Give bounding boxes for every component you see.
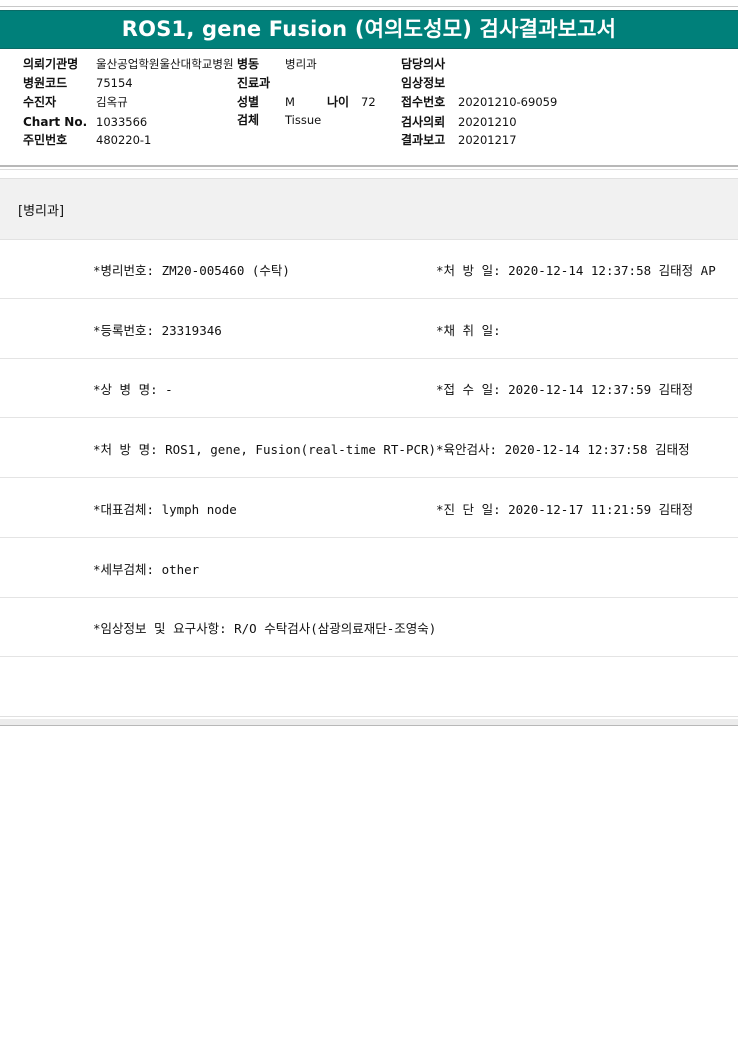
- footer-divider-light: [0, 716, 738, 717]
- header-divider-light: [0, 169, 738, 170]
- diagnosis-name: *상 병 명: -: [93, 382, 173, 397]
- collection-date: *채 취 일:: [436, 323, 501, 338]
- detail-row: *상 병 명: - *접 수 일: 2020-12-14 12:37:59 김태…: [0, 358, 738, 418]
- report-date-label: 결과보고: [401, 133, 446, 147]
- detail-row: *임상정보 및 요구사항: R/O 수탁검사(삼광의료재단-조영숙): [0, 597, 738, 657]
- receipt-date: *접 수 일: 2020-12-14 12:37:59 김태정: [436, 382, 694, 397]
- rrn-value: 480220-1: [96, 133, 152, 147]
- patient-value: 김옥규: [96, 95, 128, 109]
- specimen-label: 검체: [237, 113, 260, 127]
- institution-value: 울산공업학원울산대학교병원: [96, 57, 234, 71]
- hospital-code-value: 75154: [96, 76, 133, 90]
- ward-value: 병리과: [285, 57, 317, 71]
- detail-row: *세부검체: other: [0, 538, 738, 598]
- age-label: 나이: [327, 95, 350, 109]
- detail-row-empty: [0, 657, 738, 716]
- representative-specimen: *대표검체: lymph node: [93, 502, 237, 517]
- chart-no-label: Chart No.: [23, 115, 88, 129]
- clinical-info-label: 임상정보: [401, 76, 446, 90]
- report-date-value: 20201217: [458, 133, 517, 147]
- doctor-label: 담당의사: [401, 57, 446, 71]
- chart-no-value: 1033566: [96, 115, 148, 129]
- detail-row: *등록번호: 23319346 *채 취 일:: [0, 299, 738, 359]
- department-section-header: [병리과]: [0, 178, 738, 240]
- prescription-date: *처 방 일: 2020-12-14 12:37:58 김태정 AP: [436, 263, 716, 278]
- footer-divider: [0, 719, 738, 726]
- detail-row: *병리번호: ZM20-005460 (수탁) *처 방 일: 2020-12-…: [0, 239, 738, 299]
- gross-exam-date: *육안검사: 2020-12-14 12:37:58 김태정: [436, 442, 690, 457]
- report-title: ROS1, gene Fusion (여의도성모) 검사결과보고서: [121, 17, 617, 41]
- detail-row: *처 방 명: ROS1, gene, Fusion(real-time RT-…: [0, 418, 738, 478]
- top-border: [0, 0, 738, 7]
- request-label: 검사의뢰: [401, 115, 446, 129]
- department-tag: [병리과]: [18, 204, 65, 219]
- diagnosis-date: *진 단 일: 2020-12-17 11:21:59 김태정: [436, 502, 694, 517]
- ward-label: 병동: [237, 57, 260, 71]
- registration-number: *등록번호: 23319346: [93, 323, 222, 338]
- receipt-no-label: 접수번호: [401, 95, 446, 109]
- sex-label: 성별: [237, 95, 260, 109]
- patient-label: 수진자: [23, 95, 57, 109]
- receipt-no-value: 20201210-69059: [458, 95, 558, 109]
- rrn-label: 주민번호: [23, 133, 68, 147]
- header-divider: [0, 165, 738, 167]
- prescription-name: *처 방 명: ROS1, gene, Fusion(real-time RT-…: [93, 442, 437, 457]
- sex-value: M: [285, 95, 295, 109]
- dept-label: 진료과: [237, 76, 271, 90]
- institution-label: 의뢰기관명: [23, 57, 79, 71]
- detail-row: *대표검체: lymph node *진 단 일: 2020-12-17 11:…: [0, 478, 738, 538]
- clinical-requirements: *임상정보 및 요구사항: R/O 수탁검사(삼광의료재단-조영숙): [93, 621, 437, 636]
- pathology-number: *병리번호: ZM20-005460 (수탁): [93, 263, 290, 278]
- report-title-bar: ROS1, gene Fusion (여의도성모) 검사결과보고서: [0, 10, 738, 49]
- hospital-code-label: 병원코드: [23, 76, 68, 90]
- specimen-value: Tissue: [285, 113, 322, 127]
- detailed-specimen: *세부검체: other: [93, 562, 200, 577]
- request-value: 20201210: [458, 115, 517, 129]
- age-value: 72: [361, 95, 376, 109]
